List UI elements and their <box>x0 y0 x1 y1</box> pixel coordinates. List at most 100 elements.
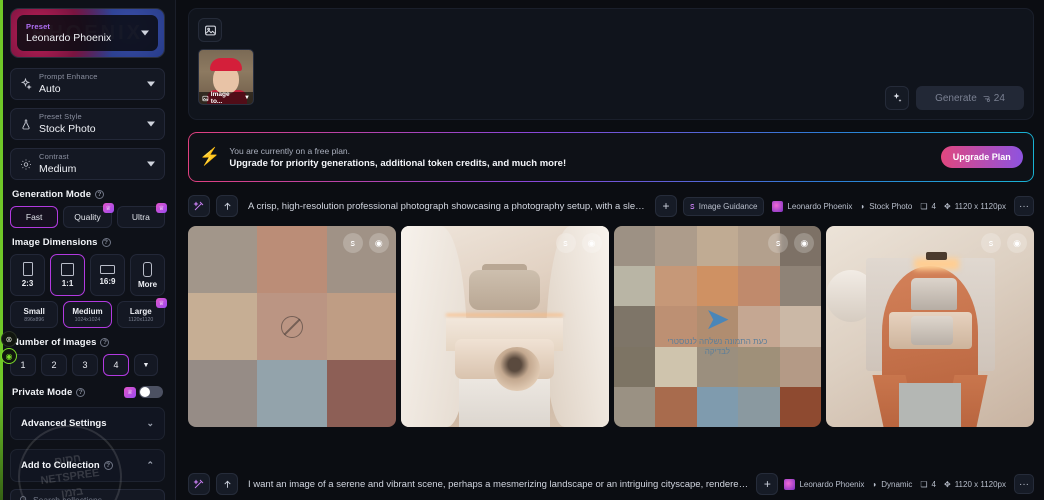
chip-image-count[interactable]: ❏ 4 <box>920 480 936 489</box>
enhance-prompt-button[interactable] <box>885 86 909 110</box>
ellipsis-icon[interactable]: ··· <box>1014 196 1034 216</box>
generated-image-3[interactable]: ➤ כעת התמונה נשלחה לנטסטרי לבדיקה ꜱ ◉ <box>613 226 822 427</box>
expand-prompt-button[interactable]: + <box>655 195 678 217</box>
model-avatar <box>784 478 796 490</box>
remix-icon[interactable] <box>188 195 210 217</box>
contrast-value: Medium <box>39 162 77 175</box>
help-icon[interactable]: ? <box>100 338 110 347</box>
generated-image-2[interactable]: ꜱ ◉ <box>400 226 609 427</box>
studio-render-camera-lens <box>400 226 609 427</box>
screen-share-badges: ⊗ ◉ <box>0 330 21 365</box>
uploaded-image-thumbnail[interactable]: Image to... ▼ <box>198 49 254 105</box>
telegram-overlay: ➤ כעת התמונה נשלחה לנטסטרי לבדיקה <box>665 304 769 357</box>
chevron-down-icon: ▼ <box>244 95 250 101</box>
chip-image-guidance[interactable]: ꜱ Image Guidance <box>683 196 765 216</box>
expand-prompt-button[interactable]: + <box>756 473 779 495</box>
preset-selector[interactable]: PHOENIX Preset Leonardo Phoenix <box>10 8 165 58</box>
eye-icon[interactable]: ◉ <box>794 233 815 253</box>
stop-share-icon[interactable]: ⊗ <box>1 331 17 347</box>
aspect-ratio-16-9[interactable]: 16:9 <box>90 254 125 296</box>
chip-dimensions[interactable]: ✥ 1120 x 1120px <box>944 480 1006 489</box>
reuse-prompt-icon[interactable] <box>216 473 238 495</box>
size-large[interactable]: Large 1120x1120 ♕ <box>116 298 167 328</box>
chip-model-label: Leonardo Phoenix <box>799 479 865 489</box>
chip-style[interactable]: ◗ Dynamic <box>872 480 912 489</box>
remix-icon[interactable] <box>188 473 210 495</box>
upgrade-plan-button[interactable]: Upgrade Plan <box>940 146 1023 168</box>
image-upload-button[interactable] <box>198 18 222 42</box>
eye-icon[interactable]: ◉ <box>1007 233 1027 253</box>
ratio-shape-icon <box>22 262 33 276</box>
generated-image-4[interactable]: ꜱ ◉ <box>826 226 1034 427</box>
ellipsis-icon[interactable]: ··· <box>1014 474 1034 494</box>
images-icon: ❏ <box>920 201 928 211</box>
ratio-shape-icon <box>143 261 152 277</box>
aspect-ratio-more[interactable]: More <box>130 254 165 296</box>
generated-image-1[interactable]: ꜱ ◉ <box>188 226 396 427</box>
generation-row-1-header: A crisp, high-resolution professional ph… <box>188 194 1034 218</box>
aspect-ratio-2-3[interactable]: 2:3 <box>10 254 45 296</box>
aspect-ratio-1-1[interactable]: 1:1 <box>50 254 85 296</box>
chevron-down-icon <box>147 161 155 167</box>
generation-row-2-header: I want an image of a serene and vibrant … <box>188 472 1034 496</box>
generation-mode-ultra[interactable]: Ultra ♕ <box>116 203 167 228</box>
chip-model[interactable]: Leonardo Phoenix <box>772 200 852 212</box>
chip-style[interactable]: ◗ Stock Photo <box>860 202 912 211</box>
image-count-4-label: 4 <box>113 360 119 370</box>
generation-mode-fast[interactable]: Fast <box>10 206 59 228</box>
add-to-collection-accordion[interactable]: Add to Collection ? ⌃ <box>10 449 165 482</box>
image-count-3[interactable]: 3 <box>72 354 98 376</box>
preset-style-selector[interactable]: Preset Style Stock Photo <box>10 108 165 140</box>
help-icon[interactable]: ? <box>76 387 86 397</box>
generation-row-2-prompt[interactable]: I want an image of a serene and vibrant … <box>244 479 750 490</box>
alchemy-refine-icon[interactable]: ꜱ <box>342 233 363 253</box>
image-count-4[interactable]: 4 <box>103 354 129 376</box>
generation-mode-quality[interactable]: Quality ♕ <box>63 203 114 228</box>
aspect-ratio-16-9-label: 16:9 <box>99 276 116 286</box>
help-icon[interactable]: ? <box>101 238 111 247</box>
screen-share-edge-indicator <box>0 0 3 500</box>
image-count-dropdown[interactable]: ▼ <box>134 354 158 376</box>
image-dimensions-title: Image Dimensions <box>12 237 98 248</box>
number-of-images-heading: Number of Images ? <box>12 337 165 348</box>
chip-dimensions[interactable]: ✥ 1120 x 1120px <box>944 202 1006 211</box>
alchemy-refine-icon[interactable]: ꜱ <box>555 233 576 253</box>
size-medium[interactable]: Medium 1024x1024 <box>63 301 112 328</box>
size-small[interactable]: Small 896x896 <box>10 301 59 328</box>
reuse-prompt-icon[interactable] <box>216 195 238 217</box>
number-of-images-options: 1 2 3 4 ▼ <box>10 354 165 376</box>
private-mode-label: Private Mode <box>12 386 73 398</box>
search-collections-input[interactable]: Search collections <box>10 489 165 500</box>
preset-style-label: Preset Style <box>39 112 82 122</box>
generation-mode-options: Fast Quality ♕ Ultra ♕ <box>10 203 167 228</box>
chip-model[interactable]: Leonardo Phoenix <box>784 478 865 490</box>
banner-line-1: You are currently on a free plan. <box>229 145 351 156</box>
eye-icon[interactable]: ◉ <box>581 233 602 253</box>
size-large-dims: 1120x1120 <box>128 316 154 323</box>
recording-active-icon[interactable]: ◉ <box>1 348 17 364</box>
private-mode-toggle[interactable] <box>139 386 163 398</box>
alchemy-refine-icon[interactable]: ꜱ <box>981 233 1001 253</box>
generation-row-1-prompt[interactable]: A crisp, high-resolution professional ph… <box>244 201 649 212</box>
sparkles-icon <box>19 77 32 91</box>
thumbnail-caption-bar[interactable]: Image to... ▼ <box>199 91 253 104</box>
help-icon[interactable]: ? <box>95 190 105 199</box>
contrast-selector[interactable]: Contrast Medium <box>10 148 165 180</box>
eye-icon[interactable]: ◉ <box>368 233 389 253</box>
alchemy-refine-icon[interactable]: ꜱ <box>768 233 789 253</box>
size-medium-label: Medium <box>72 306 103 316</box>
images-icon: ❏ <box>920 479 928 489</box>
chip-style-label: Stock Photo <box>869 201 913 211</box>
image-count-2[interactable]: 2 <box>41 354 67 376</box>
chip-image-count[interactable]: ❏ 4 <box>920 202 936 211</box>
advanced-settings-label: Advanced Settings <box>21 418 107 429</box>
contrast-label: Contrast <box>39 152 69 162</box>
generate-controls: Generate 24 <box>885 86 1024 110</box>
generate-button[interactable]: Generate 24 <box>916 86 1024 110</box>
generation-mode-title: Generation Mode <box>12 189 92 200</box>
chevron-down-icon <box>147 81 155 87</box>
prompt-enhance-selector[interactable]: Prompt Enhance Auto <box>10 68 165 100</box>
advanced-settings-accordion[interactable]: Advanced Settings ⌄ <box>10 407 165 440</box>
preset-label: Preset <box>26 22 51 31</box>
help-icon[interactable]: ? <box>103 461 113 470</box>
